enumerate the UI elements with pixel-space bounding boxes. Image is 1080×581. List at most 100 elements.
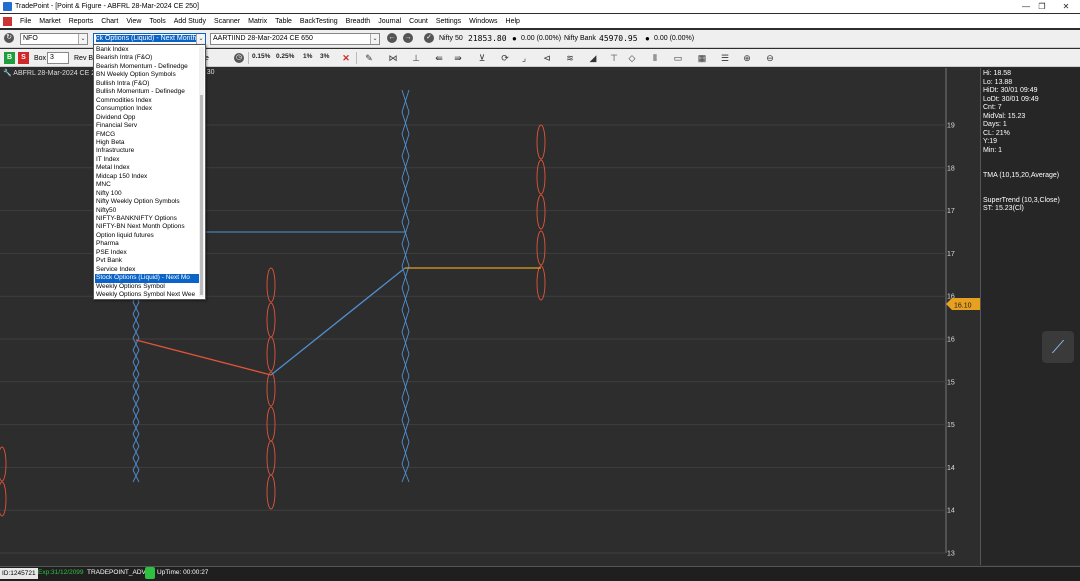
dropdown-option[interactable]: High Beta — [95, 139, 199, 148]
menu-chart[interactable]: Chart — [97, 18, 122, 25]
niftybank-value: 45970.95 — [599, 34, 638, 43]
dropdown-option[interactable]: Bearish Intra (F&O) — [95, 54, 199, 63]
pct-015-button[interactable]: 0.15% — [252, 53, 270, 60]
menu-windows[interactable]: Windows — [465, 18, 501, 25]
pct-025-button[interactable]: 0.25% — [276, 53, 294, 60]
dropdown-option[interactable]: Pharma — [95, 240, 199, 249]
pin-icon[interactable]: ⊤ — [608, 52, 620, 64]
trendline-icon[interactable]: ≋ — [564, 52, 576, 64]
dropdown-option[interactable]: Metal Index — [95, 164, 199, 173]
menu-journal[interactable]: Journal — [374, 18, 405, 25]
megaphone-icon[interactable]: ⊲ — [541, 52, 553, 64]
menu-breadth[interactable]: Breadth — [342, 18, 375, 25]
prev-symbol-button[interactable]: ← — [387, 33, 397, 43]
dropdown-option[interactable]: Nifty Weekly Option Symbols — [95, 198, 199, 207]
zoom-out-icon[interactable]: ⊖ — [764, 52, 776, 64]
anchor-icon[interactable]: ⊻ — [476, 52, 488, 64]
dropdown-option[interactable]: IT Index — [95, 156, 199, 165]
tma-line — [270, 267, 406, 376]
scroll-left-icon[interactable]: ⇚ — [433, 52, 445, 64]
buy-button[interactable]: B — [4, 52, 15, 64]
triangle-icon[interactable]: ◢ — [587, 52, 599, 64]
sell-button[interactable]: S — [18, 52, 29, 64]
menu-backtesting[interactable]: BackTesting — [296, 18, 342, 25]
horizontal-line-icon[interactable]: ⊥ — [410, 52, 422, 64]
scrollbar-thumb[interactable] — [200, 95, 203, 295]
dropdown-option[interactable]: Midcap 150 Index — [95, 173, 199, 182]
menu-reports[interactable]: Reports — [65, 18, 98, 25]
close-button[interactable]: ✕ — [1052, 0, 1080, 13]
corner-icon[interactable]: ⌟ — [518, 52, 530, 64]
y-axis-label: 19 — [947, 123, 955, 130]
y-axis-label: 18 — [947, 165, 955, 172]
next-symbol-button[interactable]: → — [403, 33, 413, 43]
columns-icon[interactable]: ⦀ — [649, 52, 661, 64]
dropdown-option[interactable]: BN Weekly Option Symbols — [95, 71, 199, 80]
menu-view[interactable]: View — [122, 18, 145, 25]
bookmark-icon[interactable]: ⋈ — [387, 52, 399, 64]
dropdown-option[interactable]: Stock Options (Liquid) - Next Mo — [95, 274, 199, 283]
dropdown-option[interactable]: Bullish Intra (F&O) — [95, 80, 199, 89]
dropdown-option[interactable]: Weekly Options Symbol Next Wee — [95, 291, 199, 299]
dropdown-option[interactable]: FMCG — [95, 131, 199, 140]
menu-table[interactable]: Table — [271, 18, 296, 25]
menu-file[interactable]: File — [16, 18, 35, 25]
menu-scanner[interactable]: Scanner — [210, 18, 244, 25]
exchange-select[interactable]: NFO ⌄ — [20, 33, 88, 45]
check-icon[interactable]: ✓ — [424, 33, 434, 43]
dropdown-option[interactable]: Weekly Options Symbol — [95, 283, 199, 292]
menu-matrix[interactable]: Matrix — [244, 18, 271, 25]
dropdown-option[interactable]: MNC — [95, 181, 199, 190]
chevron-down-icon[interactable]: ⌄ — [196, 34, 205, 44]
dropdown-option[interactable]: Bearish Momentum - Definedge — [95, 63, 199, 72]
chevron-down-icon[interactable]: ⌄ — [78, 34, 87, 44]
info-hi: Hi: 18.58 — [983, 70, 1012, 77]
box-input[interactable]: 3 — [47, 52, 69, 64]
dropdown-option[interactable]: Commodities Index — [95, 97, 199, 106]
dropdown-option[interactable]: Bank Index — [95, 46, 199, 55]
menu-count[interactable]: Count — [405, 18, 432, 25]
pct-3-button[interactable]: 3% — [320, 53, 329, 60]
list-icon[interactable]: ☰ — [719, 52, 731, 64]
dropdown-option[interactable]: Bullish Momentum - Definedge — [95, 88, 199, 97]
dropdown-option[interactable]: Consumption Index — [95, 105, 199, 114]
dropdown-option[interactable]: NIFTY-BN Next Month Options — [95, 223, 199, 232]
dropdown-option[interactable]: Financial Serv — [95, 122, 199, 131]
dropdown-option[interactable]: Nifty 100 — [95, 190, 199, 199]
edit-icon[interactable]: ✎ — [363, 52, 375, 64]
niftybank-label: Nifty Bank — [564, 35, 596, 42]
dropdown-option[interactable]: Infrastructure — [95, 147, 199, 156]
dropdown-option[interactable]: Pvt Bank — [95, 257, 199, 266]
zoom-in-icon[interactable]: ⊕ — [741, 52, 753, 64]
menu-tools[interactable]: Tools — [145, 18, 169, 25]
eraser-icon[interactable]: ◇ — [626, 52, 638, 64]
dot-icon: ● — [645, 34, 650, 43]
menu-settings[interactable]: Settings — [432, 18, 465, 25]
dropdown-option[interactable]: Nifty50 — [95, 207, 199, 216]
pnf-column-x — [132, 277, 140, 483]
watchlist-dropdown[interactable]: Bank Index Bearish Intra (F&O) Bearish Mom… — [93, 44, 206, 300]
chevron-down-icon[interactable]: ⌄ — [370, 34, 379, 44]
dropdown-option[interactable]: Option liquid futures — [95, 232, 199, 241]
menu-help[interactable]: Help — [502, 18, 524, 25]
grid-icon[interactable]: ▦ — [696, 52, 708, 64]
clock-icon[interactable]: ◷ — [234, 53, 244, 63]
menu-market[interactable]: Market — [35, 18, 64, 25]
scroll-right-icon[interactable]: ⇛ — [452, 52, 464, 64]
window-icon[interactable]: ▭ — [672, 52, 684, 64]
close-icon[interactable]: ✕ — [340, 52, 352, 64]
wrench-icon: 🔧 — [3, 70, 12, 77]
dropdown-option[interactable]: NIFTY-BANKNIFTY Options — [95, 215, 199, 224]
y-axis-label: 15 — [947, 422, 955, 429]
dropdown-option[interactable]: Service Index — [95, 266, 199, 275]
info-y: Y:19 — [983, 138, 998, 145]
pct-1-button[interactable]: 1% — [303, 53, 312, 60]
dropdown-option[interactable]: Dividend Opp — [95, 114, 199, 123]
dropdown-option[interactable]: PSE Index — [95, 249, 199, 258]
refresh-icon[interactable]: ↻ — [4, 33, 14, 43]
side-panel-toggle-icon[interactable]: ⟋ — [1042, 331, 1074, 363]
exchange-value: NFO — [23, 35, 38, 42]
rotate-icon[interactable]: ⟳ — [499, 52, 511, 64]
menu-add-study[interactable]: Add Study — [170, 18, 210, 25]
symbol-select[interactable]: AARTIIND 28-Mar-2024 CE 650 ⌄ — [210, 33, 380, 45]
